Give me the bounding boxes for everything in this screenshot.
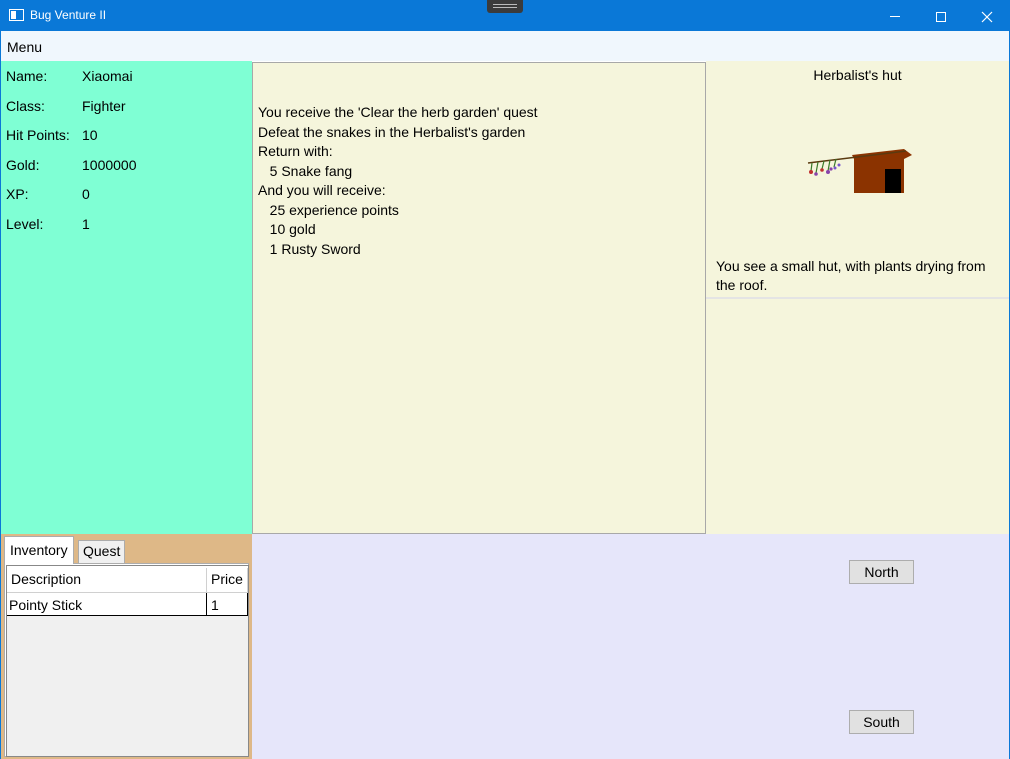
- maximize-icon: [936, 11, 946, 22]
- minimize-icon: [890, 16, 900, 18]
- inventory-tab-content: Description Price Pointy Stick 1: [4, 563, 249, 757]
- stat-label: Class:: [6, 98, 45, 114]
- herb-flower: [833, 166, 837, 170]
- south-button[interactable]: South: [849, 710, 914, 734]
- stat-label: Gold:: [6, 157, 40, 173]
- herb-flower: [826, 170, 830, 174]
- cell-separator: [247, 593, 248, 615]
- column-header-price[interactable]: Price: [211, 571, 243, 587]
- stat-value-xp: 0: [82, 186, 90, 202]
- window-title: Bug Venture II: [30, 8, 107, 22]
- stat-label: Hit Points:: [6, 127, 70, 143]
- tab-quest[interactable]: Quest: [78, 540, 126, 564]
- player-stats-panel: Name: Xiaomai Class: Fighter Hit Points:…: [1, 61, 252, 534]
- message-line: 25 experience points: [258, 201, 399, 218]
- message-line: Return with:: [258, 143, 333, 159]
- grid-header-row: Description Price: [7, 566, 248, 593]
- stat-value-class: Fighter: [82, 98, 126, 114]
- cell-description: Pointy Stick: [9, 597, 83, 613]
- tab-inventory[interactable]: Inventory: [4, 536, 74, 564]
- stat-label: Name:: [6, 68, 48, 84]
- herb-berry: [820, 168, 824, 172]
- location-panel: Herbalist's hut You see a small hut, wit…: [706, 61, 1009, 297]
- north-button[interactable]: North: [849, 560, 914, 584]
- cell-separator: [206, 593, 207, 615]
- stat-label: XP:: [6, 186, 29, 202]
- hut-door: [885, 169, 901, 193]
- table-row[interactable]: Pointy Stick 1: [7, 593, 248, 616]
- maximize-button[interactable]: [918, 0, 964, 31]
- location-description: You see a small hut, with plants drying …: [716, 258, 986, 293]
- herbalist-hut-image: [807, 149, 912, 193]
- stat-value-gold: 1000000: [82, 157, 137, 173]
- column-header-description[interactable]: Description: [11, 571, 81, 587]
- title-bar[interactable]: Bug Venture II: [0, 0, 1010, 31]
- message-line: Defeat the snakes in the Herbalist's gar…: [258, 123, 526, 140]
- herb-flower: [837, 163, 841, 167]
- stat-value-name: Xiaomai: [82, 68, 133, 84]
- minimize-button[interactable]: [872, 0, 918, 31]
- location-name: Herbalist's hut: [813, 67, 902, 83]
- stat-value-hit-points: 10: [82, 127, 98, 143]
- menu-bar: Menu: [1, 31, 1009, 61]
- close-button[interactable]: [964, 0, 1010, 31]
- column-separator[interactable]: [247, 568, 248, 592]
- app-window-icon: [9, 9, 24, 21]
- message-line: And you will receive:: [258, 182, 386, 198]
- menu-item-menu[interactable]: Menu: [7, 39, 42, 55]
- stat-value-level: 1: [82, 216, 90, 232]
- stat-label: Level:: [6, 216, 44, 232]
- game-messages-box[interactable]: You receive the 'Clear the herb garden' …: [252, 62, 706, 534]
- message-line: 1 Rusty Sword: [258, 240, 361, 257]
- navigation-panel: North South: [252, 534, 1009, 759]
- herb-flower: [829, 167, 833, 171]
- column-separator[interactable]: [206, 568, 207, 592]
- tab-control: Inventory Quest Description Price Pointy…: [1, 534, 252, 759]
- snap-grip-handle[interactable]: [487, 0, 523, 13]
- monster-panel: [706, 299, 1009, 534]
- cell-price: 1: [211, 597, 219, 613]
- herb-berry: [809, 170, 813, 174]
- herb-flower: [814, 172, 818, 176]
- close-icon: [981, 11, 993, 22]
- message-line: 10 gold: [258, 221, 316, 237]
- inventory-grid[interactable]: Description Price Pointy Stick 1: [6, 565, 249, 757]
- message-line: You receive the 'Clear the herb garden' …: [258, 104, 538, 120]
- message-line: 5 Snake fang: [258, 162, 353, 179]
